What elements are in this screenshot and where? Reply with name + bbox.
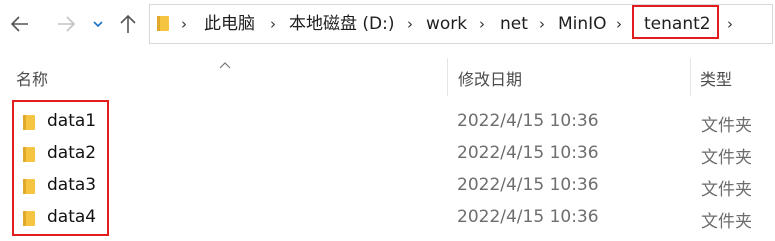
highlight-box-folders xyxy=(12,100,109,236)
file-type: 文件夹 xyxy=(701,212,752,232)
breadcrumb-item-net[interactable]: net xyxy=(500,5,528,43)
list-item[interactable]: data3 2022/4/15 10:36 文件夹 xyxy=(0,170,775,202)
column-header-modified[interactable]: 修改日期 xyxy=(458,66,522,90)
up-button[interactable] xyxy=(115,8,141,40)
list-item[interactable]: data2 2022/4/15 10:36 文件夹 xyxy=(0,138,775,170)
column-divider[interactable] xyxy=(447,58,448,96)
back-arrow-icon xyxy=(10,16,28,32)
file-type: 文件夹 xyxy=(701,148,752,168)
back-button[interactable] xyxy=(6,8,34,40)
breadcrumb-separator[interactable]: › xyxy=(616,5,622,43)
up-arrow-icon xyxy=(120,14,136,33)
list-item[interactable]: data4 2022/4/15 10:36 文件夹 xyxy=(0,202,775,234)
list-item[interactable]: data1 2022/4/15 10:36 文件夹 xyxy=(0,106,775,138)
breadcrumb-separator[interactable]: › xyxy=(479,5,485,43)
file-modified: 2022/4/15 10:36 xyxy=(457,207,599,227)
forward-arrow-icon xyxy=(58,16,76,32)
breadcrumb-separator[interactable]: › xyxy=(539,5,545,43)
breadcrumb-item-work[interactable]: work xyxy=(426,5,467,43)
highlight-box-current-folder xyxy=(632,5,719,39)
file-modified: 2022/4/15 10:36 xyxy=(457,143,599,163)
column-divider[interactable] xyxy=(690,58,691,96)
forward-button[interactable] xyxy=(52,8,80,40)
file-type: 文件夹 xyxy=(701,116,752,136)
breadcrumb-item-drive-d[interactable]: 本地磁盘 (D:) xyxy=(289,5,395,43)
file-modified: 2022/4/15 10:36 xyxy=(457,175,599,195)
breadcrumb-separator[interactable]: › xyxy=(270,5,276,43)
file-modified: 2022/4/15 10:36 xyxy=(457,111,599,131)
folder-icon xyxy=(157,16,169,31)
breadcrumb-item-this-pc[interactable]: 此电脑 xyxy=(204,5,255,43)
breadcrumb-separator[interactable]: › xyxy=(727,5,733,43)
recent-locations-button[interactable] xyxy=(90,8,106,40)
breadcrumb-item-minio[interactable]: MinIO xyxy=(558,5,607,43)
chevron-down-icon xyxy=(93,21,103,28)
breadcrumb-separator[interactable]: › xyxy=(181,5,187,43)
file-type: 文件夹 xyxy=(701,180,752,200)
column-header-type[interactable]: 类型 xyxy=(700,66,732,90)
sort-up-icon xyxy=(219,54,231,73)
breadcrumb-separator[interactable]: › xyxy=(407,5,413,43)
column-header-name[interactable]: 名称 xyxy=(16,66,48,90)
